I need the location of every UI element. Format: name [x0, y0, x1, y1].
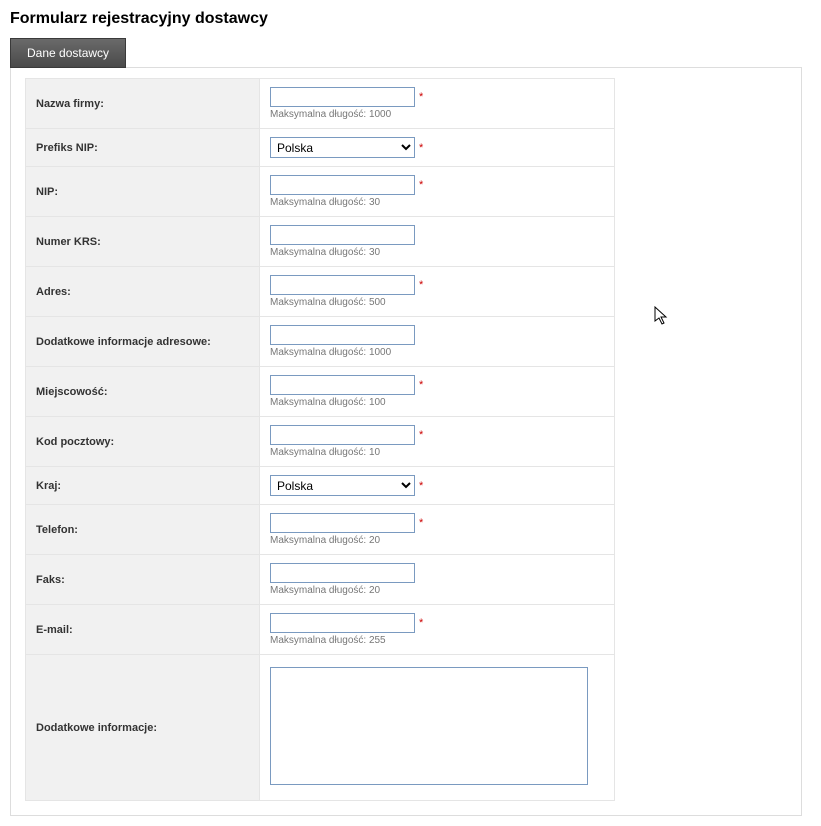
label-nazwa-firmy: Nazwa firmy: [26, 79, 260, 129]
hint-nip: Maksymalna długość: 30 [270, 197, 604, 208]
hint-miejscowosc: Maksymalna długość: 100 [270, 397, 604, 408]
numer-krs-input[interactable] [270, 225, 415, 245]
field-cell-miejscowosc: * Maksymalna długość: 100 [260, 367, 615, 417]
label-adres: Adres: [26, 267, 260, 317]
field-cell-dod-info [260, 655, 615, 801]
field-cell-kraj: Polska * [260, 467, 615, 505]
miejscowosc-input[interactable] [270, 375, 415, 395]
hint-telefon: Maksymalna długość: 20 [270, 535, 604, 546]
required-marker: * [419, 517, 423, 529]
adres-input[interactable] [270, 275, 415, 295]
faks-input[interactable] [270, 563, 415, 583]
tab-dane-dostawcy[interactable]: Dane dostawcy [10, 38, 126, 68]
page-title: Formularz rejestracyjny dostawcy [10, 10, 811, 28]
required-marker: * [419, 142, 423, 154]
field-cell-faks: Maksymalna długość: 20 [260, 555, 615, 605]
field-cell-telefon: * Maksymalna długość: 20 [260, 505, 615, 555]
hint-faks: Maksymalna długość: 20 [270, 585, 604, 596]
field-cell-prefiks-nip: Polska * [260, 129, 615, 167]
dod-adres-input[interactable] [270, 325, 415, 345]
hint-kod-pocztowy: Maksymalna długość: 10 [270, 447, 604, 458]
field-cell-nazwa-firmy: * Maksymalna długość: 1000 [260, 79, 615, 129]
label-numer-krs: Numer KRS: [26, 217, 260, 267]
label-faks: Faks: [26, 555, 260, 605]
telefon-input[interactable] [270, 513, 415, 533]
required-marker: * [419, 617, 423, 629]
email-input[interactable] [270, 613, 415, 633]
label-dod-info: Dodatkowe informacje: [26, 655, 260, 801]
label-prefiks-nip: Prefiks NIP: [26, 129, 260, 167]
field-cell-nip: * Maksymalna długość: 30 [260, 167, 615, 217]
hint-dod-adres: Maksymalna długość: 1000 [270, 347, 604, 358]
kraj-select[interactable]: Polska [270, 475, 415, 496]
form-panel: Nazwa firmy: * Maksymalna długość: 1000 … [10, 67, 802, 816]
form-table: Nazwa firmy: * Maksymalna długość: 1000 … [25, 78, 615, 801]
label-nip: NIP: [26, 167, 260, 217]
field-cell-email: * Maksymalna długość: 255 [260, 605, 615, 655]
hint-nazwa-firmy: Maksymalna długość: 1000 [270, 109, 604, 120]
required-marker: * [419, 179, 423, 191]
nazwa-firmy-input[interactable] [270, 87, 415, 107]
kod-pocztowy-input[interactable] [270, 425, 415, 445]
hint-numer-krs: Maksymalna długość: 30 [270, 247, 604, 258]
field-cell-numer-krs: Maksymalna długość: 30 [260, 217, 615, 267]
label-email: E-mail: [26, 605, 260, 655]
label-telefon: Telefon: [26, 505, 260, 555]
field-cell-dod-adres: Maksymalna długość: 1000 [260, 317, 615, 367]
dod-info-textarea[interactable] [270, 667, 588, 785]
label-kraj: Kraj: [26, 467, 260, 505]
hint-email: Maksymalna długość: 255 [270, 635, 604, 646]
prefiks-nip-select[interactable]: Polska [270, 137, 415, 158]
required-marker: * [419, 91, 423, 103]
nip-input[interactable] [270, 175, 415, 195]
field-cell-kod-pocztowy: * Maksymalna długość: 10 [260, 417, 615, 467]
label-miejscowosc: Miejscowość: [26, 367, 260, 417]
required-marker: * [419, 480, 423, 492]
required-marker: * [419, 279, 423, 291]
field-cell-adres: * Maksymalna długość: 500 [260, 267, 615, 317]
label-dod-adres: Dodatkowe informacje adresowe: [26, 317, 260, 367]
required-marker: * [419, 379, 423, 391]
label-kod-pocztowy: Kod pocztowy: [26, 417, 260, 467]
required-marker: * [419, 429, 423, 441]
hint-adres: Maksymalna długość: 500 [270, 297, 604, 308]
